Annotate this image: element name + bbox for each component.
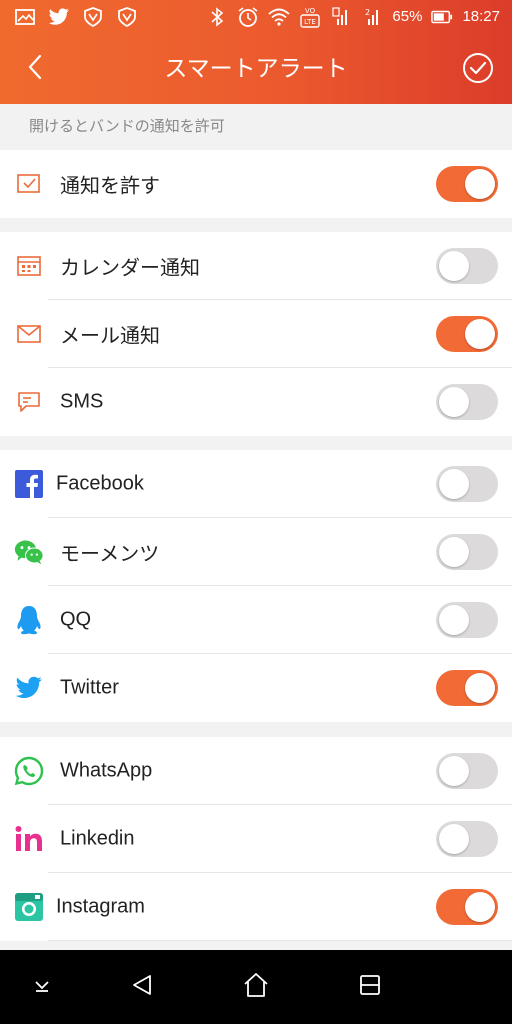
setting-label: Twitter xyxy=(60,676,119,699)
setting-row-mail[interactable]: メール通知 xyxy=(0,300,512,368)
setting-row-twitter[interactable]: Twitter xyxy=(0,654,512,722)
setting-row-moments[interactable]: モーメンツ xyxy=(0,518,512,586)
setting-row-qq[interactable]: QQ xyxy=(0,586,512,654)
home-icon xyxy=(242,972,270,1002)
toggle-switch[interactable] xyxy=(436,821,498,857)
vpn-shield-icon xyxy=(82,6,104,28)
setting-label: メール通知 xyxy=(60,323,160,348)
whatsapp-icon xyxy=(14,756,44,786)
twitter-icon xyxy=(48,6,70,28)
setting-row-instagram[interactable]: Instagram xyxy=(0,873,512,941)
recents-icon xyxy=(358,973,382,1001)
facebook-icon xyxy=(14,469,44,499)
hint-text: 開けるとバンドの通知を許可 xyxy=(29,117,225,135)
recents-button[interactable] xyxy=(350,967,390,1007)
toggle-switch[interactable] xyxy=(436,753,498,789)
divider xyxy=(48,940,512,941)
setting-label: WhatsApp xyxy=(60,759,153,782)
checkbox-icon xyxy=(14,169,44,199)
setting-label: Facebook xyxy=(56,472,144,495)
toggle-switch[interactable] xyxy=(436,248,498,284)
bluetooth-icon xyxy=(206,6,228,28)
setting-row-allow[interactable]: 通知を許す xyxy=(0,150,512,218)
nav-back-button[interactable] xyxy=(122,967,162,1007)
setting-row-whatsapp[interactable]: WhatsApp xyxy=(0,737,512,805)
setting-label: QQ xyxy=(60,608,92,631)
settings-group-allow: 通知を許す xyxy=(0,150,512,218)
settings-group-messaging: WhatsApp Linkedin Instagram xyxy=(0,737,512,941)
check-circle-icon xyxy=(462,52,494,88)
instagram-icon xyxy=(14,892,44,922)
back-triangle-icon xyxy=(130,973,154,1001)
mail-icon xyxy=(14,319,44,349)
setting-row-calendar[interactable]: カレンダー通知 xyxy=(0,232,512,300)
home-button[interactable] xyxy=(236,967,276,1007)
page-title: スマートアラート xyxy=(164,56,348,82)
toggle-switch[interactable] xyxy=(436,316,498,352)
twitter-icon xyxy=(14,673,44,703)
setting-row-facebook[interactable]: Facebook xyxy=(0,450,512,518)
svg-text:2: 2 xyxy=(365,8,370,17)
setting-label: 通知を許す xyxy=(60,173,160,198)
wechat-icon xyxy=(14,537,44,567)
setting-label: Instagram xyxy=(56,895,145,918)
setting-label: モーメンツ xyxy=(60,541,160,566)
setting-label: カレンダー通知 xyxy=(60,255,200,280)
settings-group-basic: カレンダー通知 メール通知 SMS xyxy=(0,232,512,436)
battery-icon xyxy=(431,6,453,28)
signal-sim1-icon xyxy=(330,6,352,28)
setting-label: Linkedin xyxy=(60,827,135,850)
settings-group-social: Facebook モーメンツ QQ Twitter xyxy=(0,450,512,722)
status-bar: LTE VO 2 65% 18:27 xyxy=(0,0,512,34)
linkedin-icon xyxy=(14,824,44,854)
setting-row-sms[interactable]: SMS xyxy=(0,368,512,436)
vpn-shield-icon xyxy=(116,6,138,28)
setting-row-linkedin[interactable]: Linkedin xyxy=(0,805,512,873)
wifi-icon xyxy=(268,6,291,28)
toggle-switch[interactable] xyxy=(436,166,498,202)
signal-sim2-icon: 2 xyxy=(361,6,383,28)
gallery-icon xyxy=(14,6,36,28)
calendar-icon xyxy=(14,251,44,281)
alarm-icon xyxy=(237,6,259,28)
navigation-bar xyxy=(0,950,512,1024)
collapse-icon xyxy=(32,978,52,997)
toggle-switch[interactable] xyxy=(436,534,498,570)
collapse-button[interactable] xyxy=(22,967,62,1007)
clock: 18:27 xyxy=(462,8,500,25)
toggle-switch[interactable] xyxy=(436,466,498,502)
svg-text:VO: VO xyxy=(305,7,316,15)
toggle-switch[interactable] xyxy=(436,602,498,638)
toggle-switch[interactable] xyxy=(436,670,498,706)
confirm-button[interactable] xyxy=(462,52,494,88)
toggle-switch[interactable] xyxy=(436,384,498,420)
qq-icon xyxy=(14,605,44,635)
setting-label: SMS xyxy=(60,390,104,413)
svg-text:LTE: LTE xyxy=(305,18,317,26)
sms-icon xyxy=(14,387,44,417)
battery-percent: 65% xyxy=(392,8,423,25)
toggle-switch[interactable] xyxy=(436,889,498,925)
volte-icon: LTE VO xyxy=(299,6,321,28)
